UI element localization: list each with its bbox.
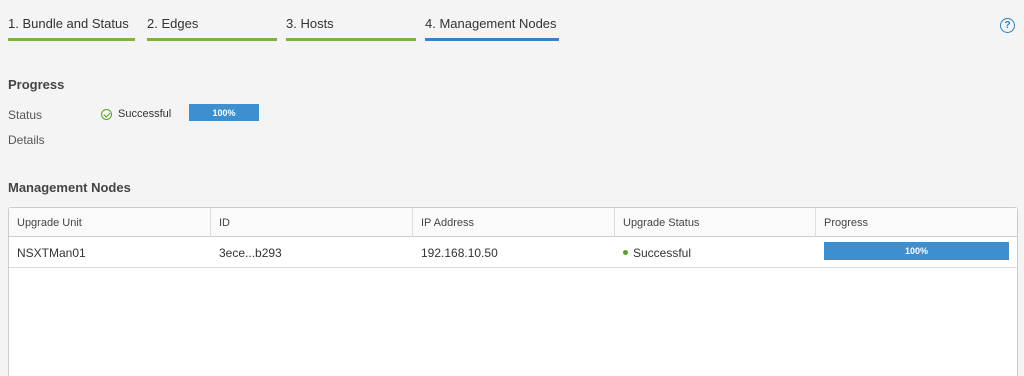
management-nodes-grid: Upgrade Unit ID IP Address Upgrade Statu… (8, 207, 1018, 376)
step-label: 4. Management Nodes (425, 16, 557, 31)
step-indicator (425, 38, 559, 41)
details-label[interactable]: Details (8, 133, 45, 147)
step-bundle-and-status[interactable]: 1. Bundle and Status (8, 0, 135, 42)
progress-section-title: Progress (8, 77, 65, 92)
step-label: 2. Edges (147, 16, 199, 31)
success-check-icon (101, 108, 112, 120)
progress-percent: 100% (212, 107, 236, 118)
cell-id: 3ece...b293 (219, 245, 282, 260)
step-indicator (8, 38, 135, 41)
step-hosts[interactable]: 3. Hosts (286, 0, 416, 42)
status-value: Successful (101, 108, 171, 120)
status-text: Successful (633, 245, 692, 260)
row-progress-bar: 100% (824, 242, 1009, 260)
cell-upgrade-status: Successful (615, 237, 816, 268)
column-header-id[interactable]: ID (210, 208, 412, 237)
table-row[interactable]: NSXTMan01 3ece...b293 192.168.10.50 Succ… (9, 237, 1017, 268)
status-text: Successful (118, 108, 172, 120)
cell-ip-address: 192.168.10.50 (421, 245, 498, 260)
step-management-nodes[interactable]: 4. Management Nodes (425, 0, 559, 42)
progress-percent: 100% (904, 246, 929, 256)
column-header-progress[interactable]: Progress (815, 208, 1017, 237)
column-header-upgrade-unit[interactable]: Upgrade Unit (9, 208, 210, 237)
step-edges[interactable]: 2. Edges (147, 0, 277, 42)
step-indicator (147, 38, 277, 41)
cell-upgrade-unit: NSXTMan01 (17, 245, 86, 260)
column-header-ip-address[interactable]: IP Address (412, 208, 614, 237)
overall-progress-bar: 100% (189, 104, 259, 121)
step-indicator (286, 38, 416, 41)
grid-header: Upgrade Unit ID IP Address Upgrade Statu… (9, 208, 1017, 237)
step-label: 3. Hosts (286, 16, 334, 31)
status-label: Status (8, 108, 43, 122)
upgrade-page: 1. Bundle and Status 2. Edges 3. Hosts 4… (0, 0, 1024, 376)
management-nodes-title: Management Nodes (8, 180, 131, 195)
column-header-upgrade-status[interactable]: Upgrade Status (614, 208, 815, 237)
step-label: 1. Bundle and Status (8, 16, 129, 31)
help-icon[interactable]: ? (1000, 18, 1015, 33)
status-dot-icon (623, 250, 628, 255)
